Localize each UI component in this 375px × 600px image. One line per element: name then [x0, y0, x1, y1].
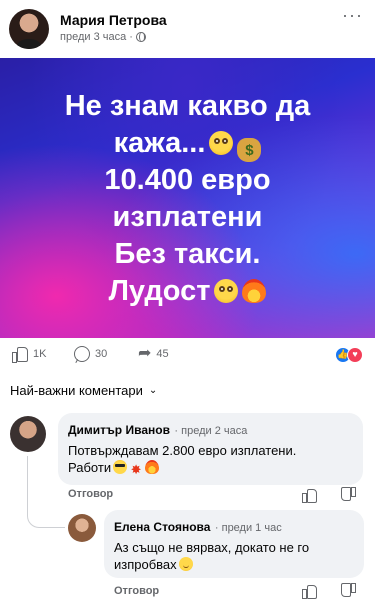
comment-header: Елена Стоянова · преди 1 час: [114, 518, 354, 536]
fire-emoji-icon: [145, 460, 160, 474]
comment-like-icon[interactable]: [302, 488, 317, 503]
commenter-avatar[interactable]: [10, 416, 46, 452]
comment-bubble: Елена Стоянова · преди 1 час Аз също не …: [104, 510, 364, 578]
post-header: Мария Петрова преди 3 часа · ···: [0, 0, 375, 56]
flushed-emoji-icon: [209, 131, 234, 155]
globe-icon: [135, 32, 146, 42]
reply-button[interactable]: Отговор: [68, 488, 113, 500]
chevron-down-icon: ⌄: [148, 385, 158, 396]
comment-sort-dropdown[interactable]: Най-важни коментари ⌄: [10, 383, 157, 398]
image-line-1: Не знам какво да: [64, 90, 311, 122]
author-avatar[interactable]: [9, 9, 49, 49]
comment-time: · преди 1 час: [214, 522, 282, 534]
comment-header: Димитър Иванов · преди 2 часа: [68, 421, 353, 439]
like-count: 1K: [33, 348, 47, 360]
moneybag-emoji-icon: $: [237, 138, 262, 162]
more-options-icon[interactable]: ···: [342, 6, 363, 24]
reply-button[interactable]: Отговор: [114, 585, 159, 597]
comment-text-line: Работи ✸: [68, 459, 353, 477]
comment-text: Аз също не вярвах, докато не го изпробва…: [114, 539, 354, 573]
image-line-5: Без такси.: [114, 238, 261, 270]
share-icon: ➦: [138, 345, 152, 362]
commenter-name[interactable]: Димитър Иванов: [68, 423, 170, 437]
share-count: 45: [156, 348, 169, 360]
author-name[interactable]: Мария Петрова: [60, 12, 167, 28]
image-line-4: изплатени: [112, 201, 263, 233]
commenter-avatar[interactable]: [68, 514, 96, 542]
comment-text: Потвърждавам 2.800 евро изплатени. Работ…: [68, 442, 353, 477]
image-line-6: Лудост: [0, 273, 375, 310]
image-line-3: 10.400 евро: [104, 164, 271, 196]
sunglasses-emoji-icon: [113, 460, 128, 474]
boom-emoji-icon: ✸: [130, 462, 142, 477]
comment-like-icon[interactable]: [302, 584, 317, 599]
like-button[interactable]: 1K: [12, 346, 47, 363]
like-icon: [12, 346, 28, 363]
comment-icon: [74, 346, 90, 362]
comment-dislike-icon[interactable]: [342, 584, 356, 598]
comment-text-line: Потвърждавам 2.800 евро изплатени.: [68, 443, 297, 458]
post-meta: преди 3 часа ·: [60, 31, 146, 43]
comment-count: 30: [95, 348, 108, 360]
commenter-name[interactable]: Елена Стоянова: [114, 520, 210, 534]
smile-emoji-icon: [178, 557, 193, 571]
comment-dislike-icon[interactable]: [342, 488, 356, 502]
post-time[interactable]: преди 3 часа ·: [60, 31, 133, 43]
reaction-summary[interactable]: 👍 ♥: [335, 347, 365, 363]
comment-button[interactable]: 30: [74, 346, 107, 362]
image-line-2: кажа... $: [0, 125, 375, 162]
flushed-emoji-icon: [214, 279, 239, 303]
fire-emoji-icon: [242, 279, 267, 303]
comment-text-line: Аз също не вярвах, докато не го: [114, 540, 310, 555]
love-reaction-icon: ♥: [347, 347, 363, 363]
action-bar: 1K 30 ➦ 45 👍 ♥: [0, 342, 375, 370]
share-button[interactable]: ➦ 45: [138, 346, 169, 362]
comment-text-line: изпробвах: [114, 556, 354, 573]
sort-label: Най-важни коментари: [10, 383, 143, 398]
comment-bubble: Димитър Иванов · преди 2 часа Потвърждав…: [58, 413, 363, 485]
image-text: Не знам какво да кажа... $ 10.400 евро из…: [0, 88, 375, 310]
post-image[interactable]: Не знам какво да кажа... $ 10.400 евро из…: [0, 58, 375, 338]
comment-time: · преди 2 часа: [174, 425, 248, 437]
